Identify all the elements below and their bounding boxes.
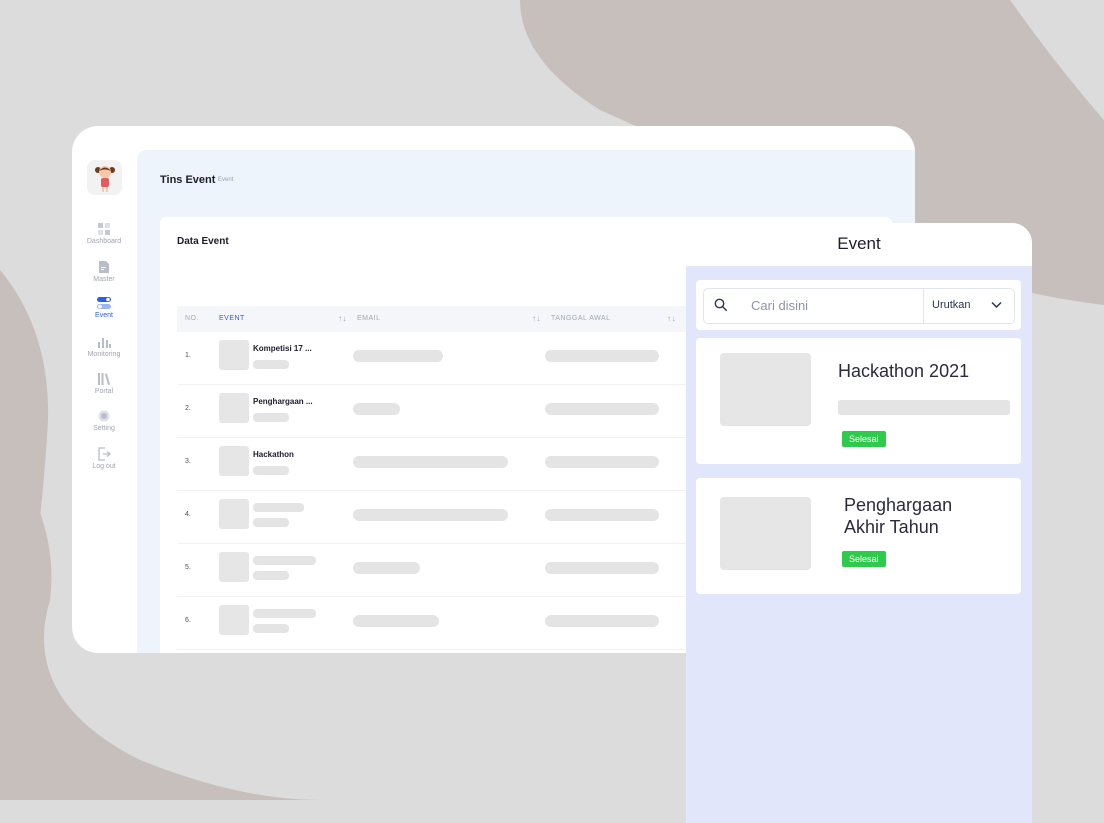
sort-icon[interactable]: ↑↓ xyxy=(338,314,347,323)
sidebar-item-label: Portal xyxy=(94,388,114,395)
sort-icon[interactable]: ↑↓ xyxy=(532,314,541,323)
email-placeholder xyxy=(353,403,400,415)
event-thumbnail xyxy=(219,605,249,635)
mobile-panel: Event Urutkan Hackathon 2021 Selesai Pen… xyxy=(686,223,1032,823)
row-number: 6. xyxy=(185,617,191,624)
row-number: 5. xyxy=(185,564,191,571)
sidebar-item-label: Master xyxy=(93,276,115,283)
email-placeholder xyxy=(353,350,443,362)
event-name: Hackathon xyxy=(253,450,294,459)
search-bar: Urutkan xyxy=(703,288,1015,324)
date-placeholder xyxy=(545,615,659,627)
event-image xyxy=(720,353,811,426)
date-placeholder xyxy=(545,350,659,362)
sidebar-item-master[interactable]: Master xyxy=(72,260,136,283)
column-header-email[interactable]: EMAIL xyxy=(357,315,381,322)
event-title: Hackathon 2021 xyxy=(838,361,970,381)
mobile-title: Event xyxy=(837,234,881,253)
column-header-event[interactable]: EVENT xyxy=(219,315,245,322)
sidebar-item-logout[interactable]: Log out xyxy=(72,447,136,470)
row-number: 2. xyxy=(185,405,191,412)
event-thumbnail xyxy=(219,393,249,423)
column-header-no[interactable]: NO. xyxy=(185,315,199,322)
search-input[interactable] xyxy=(749,297,923,314)
sidebar-item-label: Event xyxy=(95,312,113,319)
event-thumbnail xyxy=(219,499,249,529)
placeholder-bar xyxy=(253,571,289,580)
bar-chart-icon xyxy=(98,338,111,348)
sidebar-item-label: Log out xyxy=(92,463,116,470)
sidebar-item-portal[interactable]: Portal xyxy=(72,372,136,395)
description-placeholder xyxy=(838,400,1010,415)
event-name: Penghargaan ... xyxy=(253,397,313,406)
status-badge: Selesai xyxy=(842,431,886,447)
row-number: 4. xyxy=(185,511,191,518)
event-name: Kompetisi 17 ... xyxy=(253,344,312,353)
sidebar-item-label: Setting xyxy=(93,425,115,432)
breadcrumb: Event xyxy=(218,177,234,183)
event-card[interactable]: Hackathon 2021 Selesai xyxy=(696,338,1021,464)
placeholder-bar xyxy=(253,413,289,422)
date-placeholder xyxy=(545,456,659,468)
date-placeholder xyxy=(545,403,659,415)
sidebar-item-monitoring[interactable]: Monitoring xyxy=(72,335,136,358)
event-image xyxy=(720,497,811,570)
sidebar-item-dashboard[interactable]: Dashboard xyxy=(72,222,136,245)
status-badge: Selesai xyxy=(842,551,886,567)
sidebar-item-label: Dashboard xyxy=(86,238,122,245)
sort-icon[interactable]: ↑↓ xyxy=(667,314,676,323)
email-placeholder xyxy=(353,615,439,627)
gear-icon xyxy=(98,410,110,422)
sidebar: Dashboard Master Event Monitoring Portal… xyxy=(72,126,136,653)
books-icon xyxy=(98,373,110,385)
toggle-icon xyxy=(97,297,111,309)
row-number: 1. xyxy=(185,352,191,359)
event-card[interactable]: Penghargaan Akhir Tahun Selesai xyxy=(696,478,1021,594)
event-title-line-2: Akhir Tahun xyxy=(844,517,939,537)
email-placeholder xyxy=(353,456,508,468)
logout-icon xyxy=(98,447,111,461)
card-title: Data Event xyxy=(177,236,229,247)
event-thumbnail xyxy=(219,552,249,582)
placeholder-bar xyxy=(253,518,289,527)
event-thumbnail xyxy=(219,446,249,476)
date-placeholder xyxy=(545,562,659,574)
placeholder-bar xyxy=(253,556,316,565)
placeholder-bar xyxy=(253,466,289,475)
document-icon xyxy=(99,261,109,273)
placeholder-bar xyxy=(253,360,289,369)
placeholder-bar xyxy=(253,503,304,512)
avatar[interactable] xyxy=(87,160,122,195)
girl-avatar-icon xyxy=(94,165,115,192)
event-thumbnail xyxy=(219,340,249,370)
column-header-tanggal-awal[interactable]: TANGGAL AWAL xyxy=(551,315,611,322)
email-placeholder xyxy=(353,562,420,574)
date-placeholder xyxy=(545,509,659,521)
row-number: 3. xyxy=(185,458,191,465)
search-divider xyxy=(923,289,924,323)
sidebar-item-setting[interactable]: Setting xyxy=(72,409,136,432)
placeholder-bar xyxy=(253,609,316,618)
chevron-down-icon[interactable] xyxy=(991,301,1002,309)
sidebar-item-event[interactable]: Event xyxy=(72,296,136,319)
dashboard-icon xyxy=(98,223,110,235)
page-title: Tins Event xyxy=(160,174,216,186)
search-icon[interactable] xyxy=(714,298,728,312)
email-placeholder xyxy=(353,509,508,521)
mobile-header: Event xyxy=(686,223,1032,266)
event-title-line-1: Penghargaan xyxy=(844,495,953,515)
sidebar-item-label: Monitoring xyxy=(87,351,121,358)
sort-dropdown[interactable]: Urutkan xyxy=(932,299,971,311)
search-bar-container: Urutkan xyxy=(696,280,1021,330)
placeholder-bar xyxy=(253,624,289,633)
